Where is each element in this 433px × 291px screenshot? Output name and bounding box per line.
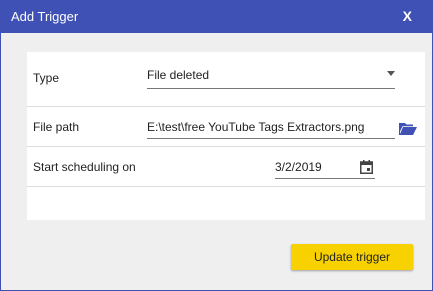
calendar-icon[interactable] <box>360 160 373 174</box>
type-select-value: File deleted <box>147 68 210 82</box>
file-path-row: File path E:\test\free YouTube Tags Extr… <box>27 107 425 147</box>
start-row: Start scheduling on 3/2/2019 <box>27 147 425 187</box>
close-button[interactable]: X <box>403 8 412 24</box>
file-path-input[interactable]: E:\test\free YouTube Tags Extractors.png <box>147 117 395 139</box>
file-path-value: E:\test\free YouTube Tags Extractors.png <box>147 120 365 134</box>
type-label: Type <box>33 71 60 85</box>
update-trigger-button[interactable]: Update trigger <box>291 244 413 270</box>
file-path-label: File path <box>33 120 80 134</box>
start-date-value: 3/2/2019 <box>275 160 322 174</box>
folder-open-icon[interactable] <box>399 123 417 135</box>
title-bar: Add Trigger X <box>1 1 432 33</box>
start-date-input[interactable]: 3/2/2019 <box>275 157 375 179</box>
start-label: Start scheduling on <box>33 160 136 174</box>
type-select[interactable]: File deleted <box>147 65 395 89</box>
dialog-title: Add Trigger <box>11 9 79 24</box>
add-trigger-dialog: Add Trigger X Type File deleted File pat… <box>0 0 433 291</box>
trigger-form: Type File deleted File path E:\test\free… <box>27 52 425 220</box>
type-row: Type File deleted <box>27 52 425 107</box>
chevron-down-icon <box>387 71 395 76</box>
